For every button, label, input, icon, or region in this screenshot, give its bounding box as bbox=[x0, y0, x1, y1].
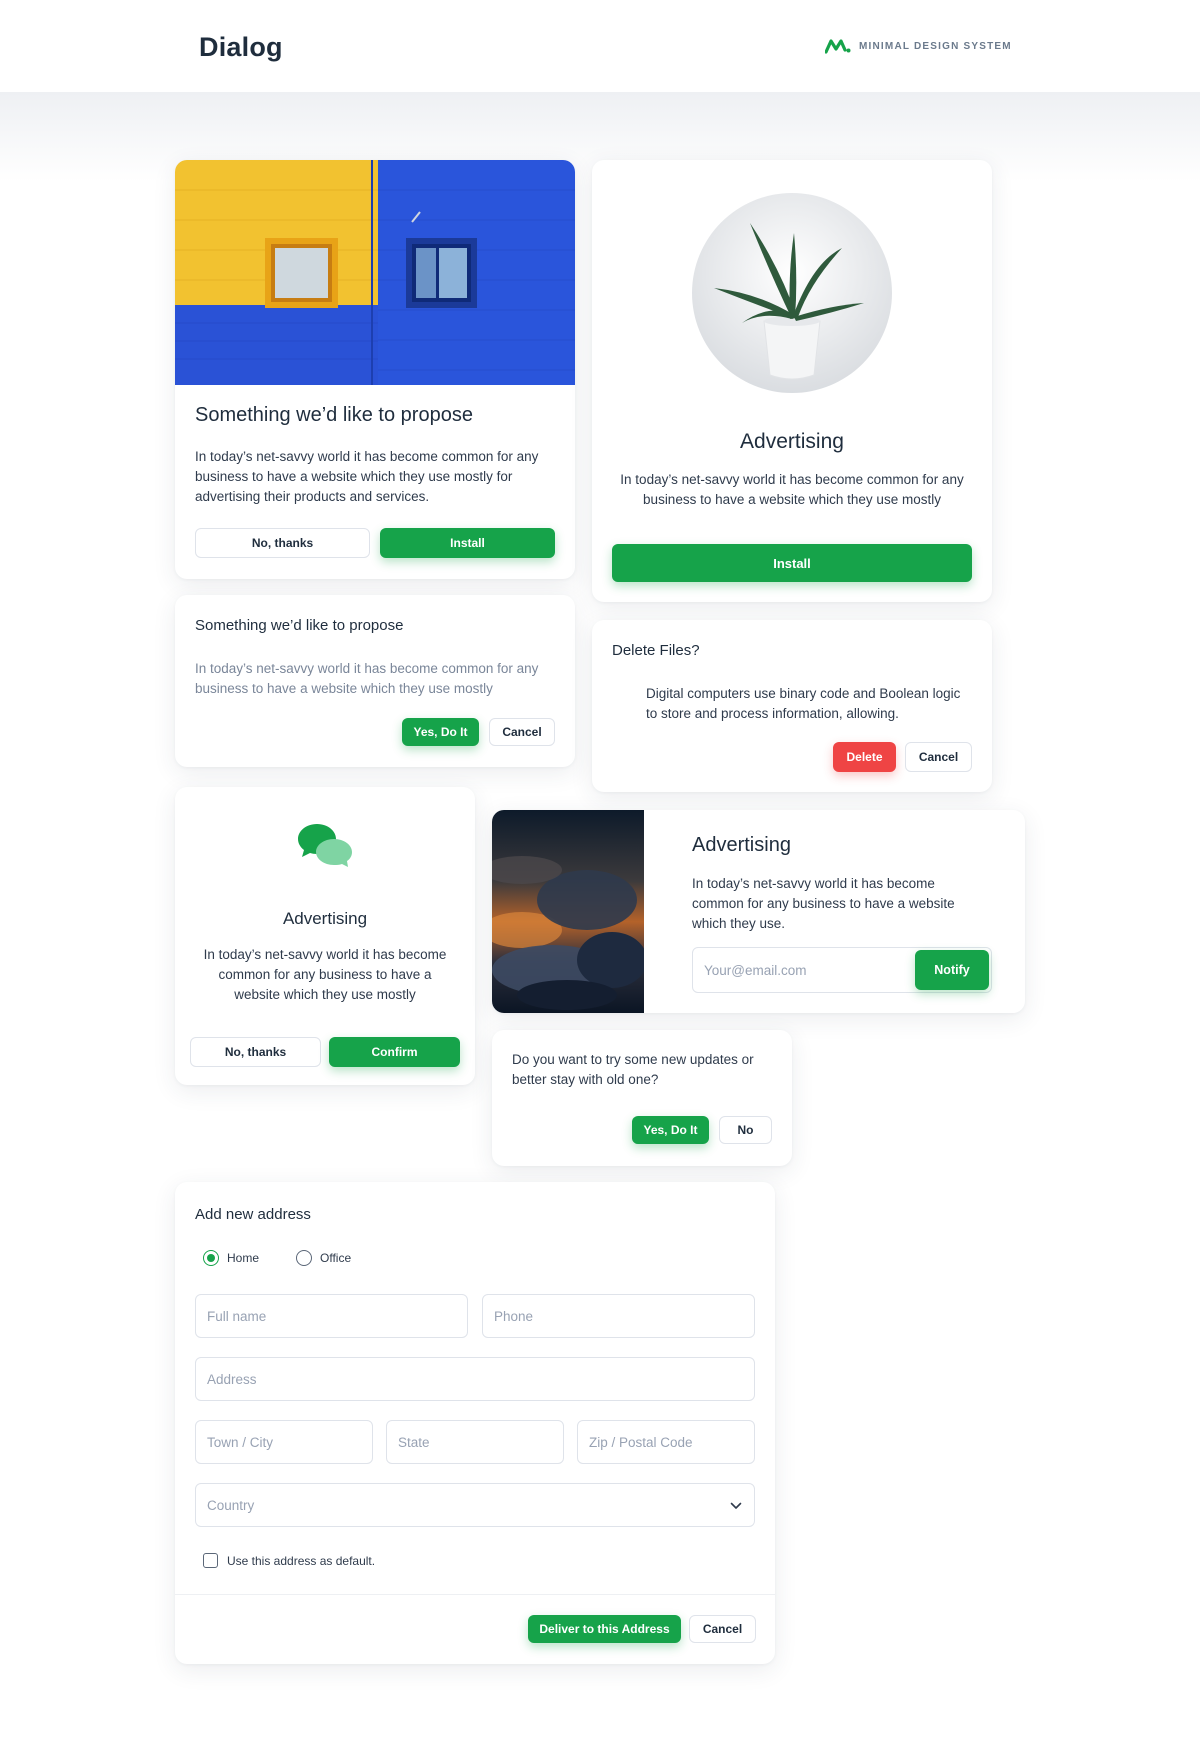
card-body: In today’s net-savvy world it has become… bbox=[203, 947, 447, 1002]
cancel-button[interactable]: Cancel bbox=[905, 742, 972, 772]
card-title: Advertising bbox=[740, 430, 844, 453]
delete-button[interactable]: Delete bbox=[833, 742, 896, 772]
yes-do-it-button[interactable]: Yes, Do It bbox=[632, 1116, 709, 1144]
card-body: Do you want to try some new updates or b… bbox=[512, 1052, 754, 1087]
radio-home[interactable]: Home bbox=[203, 1250, 259, 1266]
deliver-button[interactable]: Deliver to this Address bbox=[528, 1615, 681, 1643]
advertising-chat-dialog: Advertising In today’s net-savvy world i… bbox=[175, 787, 475, 1085]
card-body: In today’s net-savvy world it has become… bbox=[195, 449, 539, 504]
radio-home-control[interactable] bbox=[203, 1250, 219, 1266]
advertising-plant-dialog: Advertising In today’s net-savvy world i… bbox=[592, 160, 992, 602]
cancel-button[interactable]: Cancel bbox=[489, 718, 555, 746]
country-select[interactable]: Country bbox=[195, 1483, 755, 1527]
propose-image-dialog: Something we’d like to propose In today’… bbox=[175, 160, 575, 579]
radio-home-label: Home bbox=[227, 1251, 260, 1265]
install-button[interactable]: Install bbox=[612, 544, 972, 582]
page-title: Dialog bbox=[199, 32, 283, 62]
confirm-button[interactable]: Confirm bbox=[329, 1037, 460, 1067]
address-field[interactable]: Address bbox=[195, 1357, 755, 1401]
phone-field[interactable]: Phone bbox=[482, 1294, 755, 1338]
radio-office-control[interactable] bbox=[296, 1250, 312, 1266]
brand: MINIMAL DESIGN SYSTEM bbox=[825, 38, 1012, 54]
no-thanks-button[interactable]: No, thanks bbox=[190, 1037, 321, 1067]
radio-selected-dot bbox=[207, 1254, 215, 1262]
chat-bubbles-icon bbox=[298, 824, 352, 867]
plant-image bbox=[692, 193, 892, 393]
building-facade-image bbox=[175, 160, 575, 385]
brand-logo-icon bbox=[825, 39, 851, 54]
form-divider bbox=[175, 1594, 775, 1595]
card-body: In today’s net-savvy world it has become… bbox=[195, 661, 539, 696]
card-body: In today’s net-savvy world it has become… bbox=[620, 472, 964, 507]
full-name-field[interactable]: Full name bbox=[195, 1294, 468, 1338]
advertising-email-dialog: Advertising In today’s net-savvy world i… bbox=[492, 810, 1025, 1013]
page-header: Dialog MINIMAL DESIGN SYSTEM bbox=[0, 0, 1200, 92]
radio-office-label: Office bbox=[320, 1251, 352, 1265]
card-title: Something we’d like to propose bbox=[195, 404, 473, 426]
no-button[interactable]: No bbox=[719, 1116, 772, 1144]
install-button[interactable]: Install bbox=[380, 528, 555, 558]
yes-do-it-button[interactable]: Yes, Do It bbox=[402, 718, 479, 746]
cancel-button[interactable]: Cancel bbox=[689, 1615, 756, 1643]
brand-name: MINIMAL DESIGN SYSTEM bbox=[859, 40, 1012, 52]
add-address-dialog: Add new address Home Office Full name Ph… bbox=[175, 1182, 775, 1664]
zip-field[interactable]: Zip / Postal Code bbox=[577, 1420, 755, 1464]
checkbox-control[interactable] bbox=[203, 1553, 218, 1568]
card-title: Something we’d like to propose bbox=[195, 617, 404, 634]
card-title: Advertising bbox=[692, 834, 791, 856]
delete-files-dialog: Delete Files? Digital computers use bina… bbox=[592, 620, 992, 792]
radio-office[interactable]: Office bbox=[296, 1250, 351, 1266]
no-thanks-button[interactable]: No, thanks bbox=[195, 528, 370, 558]
card-body: Digital computers use binary code and Bo… bbox=[646, 686, 961, 721]
country-select-value: Country bbox=[207, 1497, 255, 1513]
city-field[interactable]: Town / City bbox=[195, 1420, 373, 1464]
sky-clouds-image bbox=[492, 810, 644, 1013]
default-address-checkbox[interactable]: Use this address as default. bbox=[203, 1553, 375, 1568]
state-field[interactable]: State bbox=[386, 1420, 564, 1464]
card-body: In today’s net-savvy world it has become… bbox=[692, 876, 955, 931]
card-title: Advertising bbox=[282, 909, 368, 928]
notify-button[interactable]: Notify bbox=[915, 950, 989, 990]
card-title: Delete Files? bbox=[612, 642, 700, 659]
propose-dialog: Something we’d like to propose In today’… bbox=[175, 595, 575, 767]
chevron-down-icon bbox=[730, 1502, 742, 1509]
form-title: Add new address bbox=[195, 1206, 311, 1223]
checkbox-label: Use this address as default. bbox=[227, 1553, 376, 1568]
updates-dialog: Do you want to try some new updates or b… bbox=[492, 1030, 792, 1166]
